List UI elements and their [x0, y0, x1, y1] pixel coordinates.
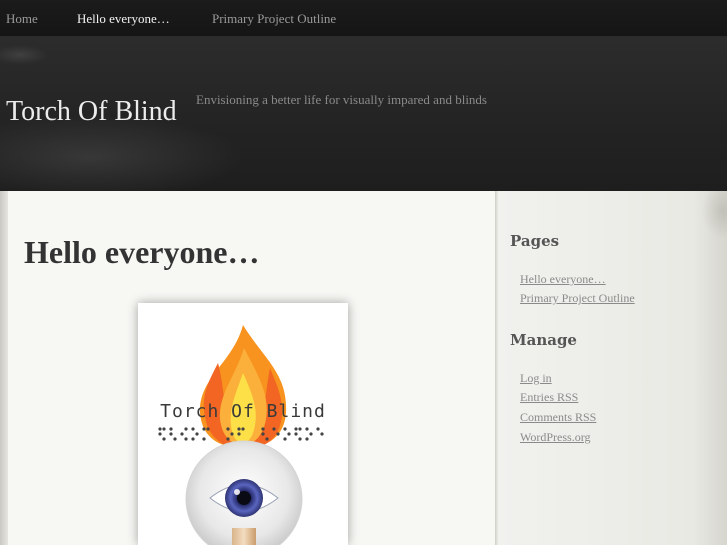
nav-primary-project-outline-link[interactable]: Primary Project Outline	[212, 11, 336, 27]
logo-text: Torch Of Blind	[160, 401, 326, 422]
site-title[interactable]: Torch Of Blind	[6, 96, 177, 128]
torch-logo-illustration: Torch Of Blind	[158, 325, 326, 545]
sidebar-link-wordpress-org[interactable]: WordPress.org	[520, 430, 590, 445]
sidebar-link-comments-rss[interactable]: Comments RSS	[520, 410, 596, 425]
nav-hello-everyone-link[interactable]: Hello everyone…	[77, 11, 170, 27]
site-header: Torch Of Blind Envisioning a better life…	[0, 37, 727, 191]
sidebar-link-log-in[interactable]: Log in	[520, 371, 552, 386]
left-border-decoration	[0, 191, 8, 545]
site-tagline: Envisioning a better life for visually i…	[196, 92, 487, 107]
pages-widget-title: Pages	[510, 232, 560, 250]
top-navigation: Home Hello everyone… Primary Project Out…	[0, 0, 727, 37]
sidebar-link-hello-everyone[interactable]: Hello everyone…	[520, 272, 606, 287]
header-decoration	[0, 37, 300, 77]
sidebar-link-entries-rss[interactable]: Entries RSS	[520, 390, 578, 405]
post-logo-image: Torch Of Blind	[138, 303, 348, 545]
post-title[interactable]: Hello everyone…	[24, 234, 259, 271]
nav-home-link[interactable]: Home	[6, 11, 38, 27]
sidebar-link-primary-project-outline[interactable]: Primary Project Outline	[520, 291, 635, 306]
manage-widget-title: Manage	[510, 331, 577, 349]
